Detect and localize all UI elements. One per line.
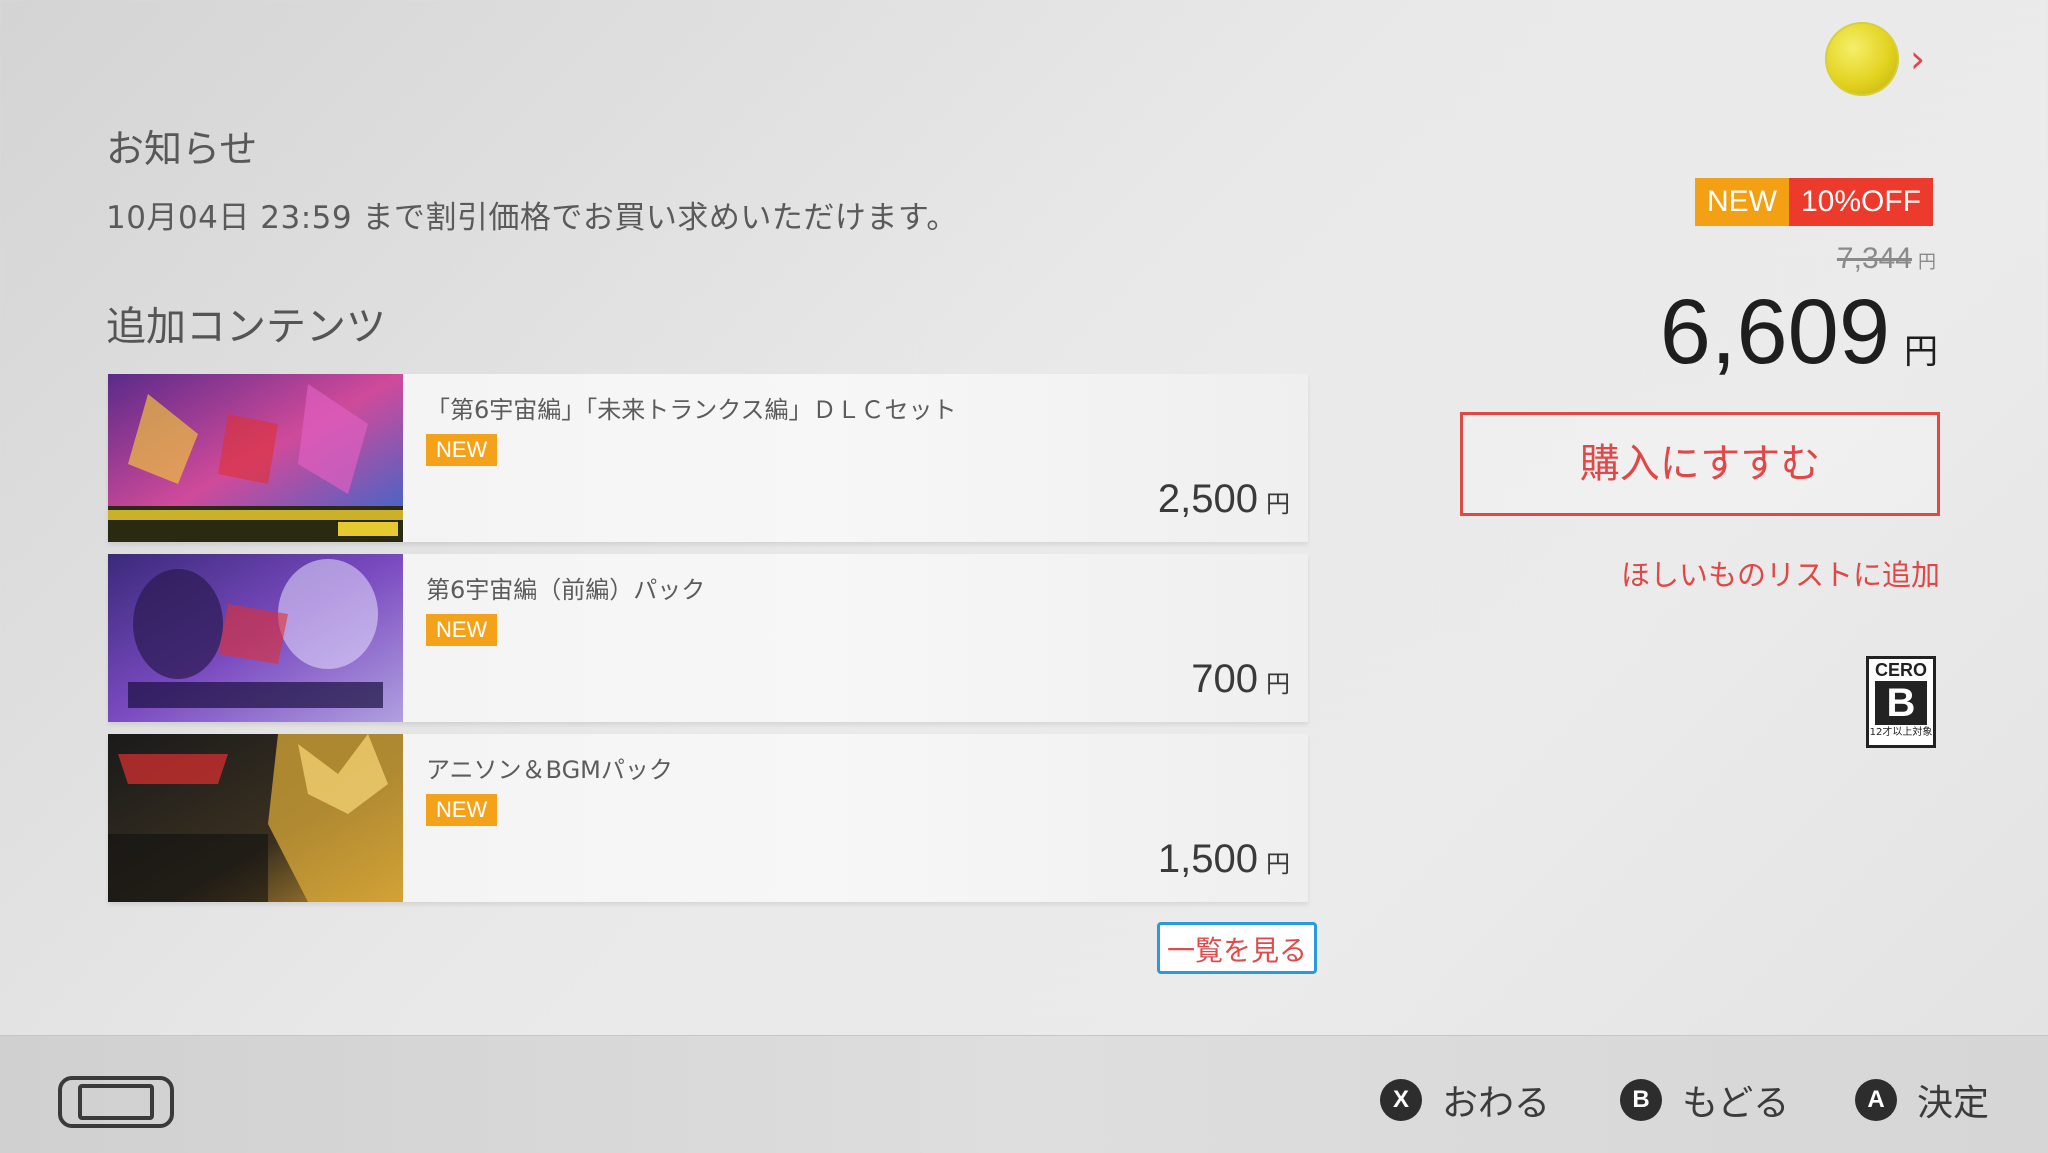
hint-close[interactable]: X おわる [1380,1074,1550,1126]
a-button-icon: A [1855,1079,1897,1121]
dlc-thumbnail [108,554,403,722]
rating-age: 12才以上対象 [1869,727,1933,738]
buy-button[interactable]: 購入にすすむ [1460,412,1940,516]
new-badge: NEW [1695,178,1789,226]
dlc-price: 2,500 円 [1158,477,1290,522]
price-badges: NEW 10%OFF [1695,178,1934,226]
price-value: 2,500 [1157,477,1258,521]
dlc-title: アニソン＆BGMパック [426,756,673,784]
footer-bar: X おわる B もどる A 決定 [0,1035,2048,1153]
price-value: 1,500 [1157,837,1258,881]
rating-org: CERO [1874,660,1927,680]
price-value: 700 [1191,657,1258,701]
notice-heading: お知らせ [106,127,258,171]
view-all-button[interactable]: 一覧を見る [1157,922,1317,974]
sale-price-value: 6,609 [1659,281,1890,383]
original-price: 7,344 円 [1837,242,1936,276]
original-price-value: 7,344 [1836,242,1912,275]
dlc-list: 「第6宇宙編」「未来トランクス編」ＤＬＣセット NEW 2,500 円 第6宇宙… [108,374,1308,914]
b-button-icon: B [1620,1079,1662,1121]
dlc-heading: 追加コンテンツ [106,304,386,350]
dlc-price: 700 円 [1191,657,1290,702]
shop-screen: › お知らせ 10月04日 23:59 まで割引価格でお買い求めいただけます。 … [0,0,2048,1035]
dlc-item[interactable]: 第6宇宙編（前編）パック NEW 700 円 [108,554,1308,722]
notice-text: 10月04日 23:59 まで割引価格でお買い求めいただけます。 [106,200,958,236]
dlc-price: 1,500 円 [1158,837,1290,882]
dlc-thumbnail [108,374,403,542]
hint-label: おわる [1442,1083,1551,1124]
hint-back[interactable]: B もどる [1620,1074,1789,1126]
dlc-item[interactable]: 「第6宇宙編」「未来トランクス編」ＤＬＣセット NEW 2,500 円 [108,374,1308,542]
chevron-right-icon[interactable]: › [1910,40,1925,78]
discount-badge: 10%OFF [1789,178,1934,226]
add-to-wishlist-link[interactable]: ほしいものリストに追加 [1621,552,1940,594]
console-mode-icon [58,1076,174,1132]
dlc-item[interactable]: アニソン＆BGMパック NEW 1,500 円 [108,734,1308,902]
currency-label: 円 [1266,491,1290,518]
new-badge: NEW [426,614,498,646]
rating-letter: B [1875,681,1927,725]
new-badge: NEW [426,794,498,826]
x-button-icon: X [1380,1079,1422,1121]
sale-price: 6,609 円 [1659,281,1938,383]
hint-label: 決定 [1917,1083,1990,1124]
dlc-title: 「第6宇宙編」「未来トランクス編」ＤＬＣセット [426,396,957,424]
new-badge: NEW [426,434,498,466]
cero-rating-icon: CERO B 12才以上対象 [1866,656,1936,748]
currency-label: 円 [1904,333,1938,371]
user-avatar[interactable] [1825,22,1899,96]
currency-label: 円 [1266,851,1290,878]
hint-label: もどる [1682,1083,1790,1124]
dlc-title: 第6宇宙編（前編）パック [426,576,706,604]
hint-confirm[interactable]: A 決定 [1855,1074,1989,1126]
currency-label: 円 [1918,252,1936,272]
dlc-thumbnail [108,734,403,902]
currency-label: 円 [1266,671,1290,698]
